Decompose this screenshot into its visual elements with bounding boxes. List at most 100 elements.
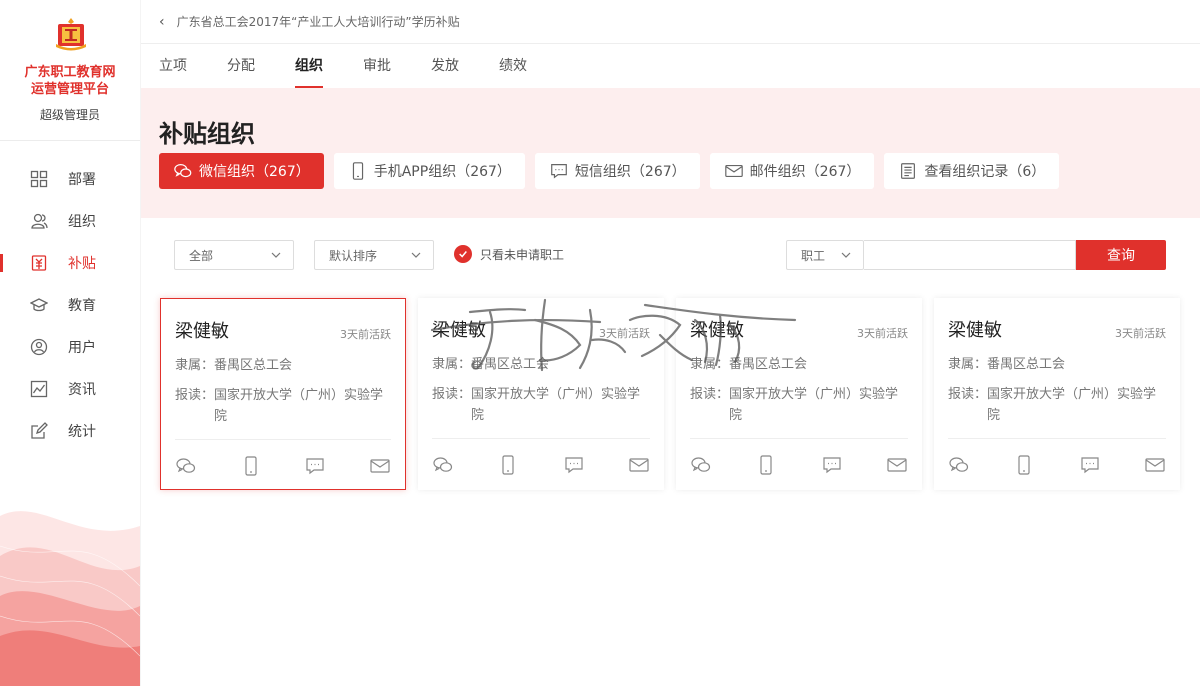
tab-app-org[interactable]: 手机APP组织（267） — [333, 153, 525, 189]
last-active: 3天前活跃 — [599, 327, 650, 340]
employee-card[interactable]: 梁健敏 3天前活跃 隶属：番禺区总工会 报读： 国家开放大学（广州）实验学院 — [160, 298, 406, 490]
card-actions — [690, 454, 908, 476]
wechat-icon[interactable] — [948, 454, 970, 476]
user-circle-icon — [30, 338, 48, 356]
sms-icon[interactable] — [563, 454, 585, 476]
sidebar-item-label: 用户 — [68, 340, 96, 356]
school-label: 报读： — [690, 387, 730, 402]
chevron-down-icon — [411, 252, 421, 258]
tab-label: 微信组织（267） — [199, 164, 310, 180]
project-tabs: 立项 分配 组织 审批 发放 绩效 — [141, 44, 1200, 88]
hero-section: 补贴组织 微信组织（267） 手机APP组织（267） 短信组织（267） 邮件… — [141, 88, 1200, 218]
card-actions — [175, 455, 391, 477]
tab-label: 手机APP组织（267） — [373, 164, 511, 180]
tab-initiation[interactable]: 立项 — [159, 44, 187, 88]
tab-mail-org[interactable]: 邮件组织（267） — [709, 153, 875, 189]
mail-icon[interactable] — [1144, 454, 1166, 476]
wechat-icon[interactable] — [690, 454, 712, 476]
tab-organization[interactable]: 组织 — [295, 44, 323, 88]
school: 报读： 国家开放大学（广州）实验学院 — [432, 384, 652, 426]
affiliation-value: 番禺区总工会 — [214, 358, 293, 373]
phone-icon — [352, 162, 363, 180]
search-input[interactable] — [864, 240, 1076, 270]
sidebar-divider — [0, 140, 140, 141]
school-value: 国家开放大学（广州）实验学院 — [987, 387, 1157, 423]
search-type-select[interactable]: 职工 — [786, 240, 864, 270]
employee-name: 梁健敏 — [175, 321, 229, 342]
affiliation-value: 番禺区总工会 — [729, 357, 808, 372]
channel-tabs: 微信组织（267） 手机APP组织（267） 短信组织（267） 邮件组织（26… — [159, 153, 1069, 189]
card-divider — [175, 439, 391, 440]
tab-allocation[interactable]: 分配 — [227, 44, 255, 88]
tab-sms-org[interactable]: 短信组织（267） — [534, 153, 700, 189]
search-type-value: 职工 — [801, 248, 826, 263]
sidebar-item-stats[interactable]: 统计 — [0, 410, 140, 452]
last-active: 3天前活跃 — [340, 328, 391, 341]
phone-icon[interactable] — [1013, 454, 1035, 476]
school-value: 国家开放大学（广州）实验学院 — [214, 388, 384, 424]
school-label: 报读： — [175, 388, 215, 403]
sidebar-item-label: 补贴 — [68, 256, 96, 272]
sidebar-item-org[interactable]: 组织 — [0, 200, 140, 242]
tab-distribution[interactable]: 发放 — [431, 44, 459, 88]
wechat-icon[interactable] — [432, 454, 454, 476]
last-active: 3天前活跃 — [857, 327, 908, 340]
sidebar-item-label: 统计 — [68, 424, 96, 440]
mail-icon — [724, 164, 743, 178]
affiliation: 隶属：番禺区总工会 — [948, 354, 1065, 375]
chevron-down-icon — [271, 252, 281, 258]
brand-line-1: 广东职工教育网 — [24, 65, 116, 80]
sidebar-item-news[interactable]: 资讯 — [0, 368, 140, 410]
employee-card[interactable]: 梁健敏 3天前活跃 隶属：番禺区总工会 报读： 国家开放大学（广州）实验学院 — [418, 298, 664, 490]
sms-icon[interactable] — [821, 454, 843, 476]
card-actions — [948, 454, 1166, 476]
tab-performance[interactable]: 绩效 — [499, 44, 527, 88]
mail-icon[interactable] — [628, 454, 650, 476]
sidebar-item-education[interactable]: 教育 — [0, 284, 140, 326]
affiliation-value: 番禺区总工会 — [471, 357, 550, 372]
school-label: 报读： — [948, 387, 988, 402]
employee-card[interactable]: 梁健敏 3天前活跃 隶属：番禺区总工会 报读： 国家开放大学（广州）实验学院 — [676, 298, 922, 490]
graduation-cap-icon — [30, 298, 48, 312]
users-icon — [31, 213, 48, 229]
only-unapplied-checkbox[interactable]: 只看未申请职工 — [454, 245, 564, 263]
card-actions — [432, 454, 650, 476]
main-content: 全部 默认排序 只看未申请职工 职工 查询 梁健敏 3天前活跃 隶属：番禺区总工… — [141, 218, 1200, 686]
sidebar-item-users[interactable]: 用户 — [0, 326, 140, 368]
sidebar-item-deploy[interactable]: 部署 — [0, 158, 140, 200]
page-title: 补贴组织 — [159, 120, 255, 148]
sms-icon[interactable] — [1079, 454, 1101, 476]
brand-line-2: 运营管理平台 — [30, 82, 109, 97]
school-value: 国家开放大学（广州）实验学院 — [729, 387, 899, 423]
phone-icon[interactable] — [497, 454, 519, 476]
tab-wechat-org[interactable]: 微信组织（267） — [159, 153, 324, 189]
scope-select[interactable]: 全部 — [174, 240, 294, 270]
tab-label: 邮件组织（267） — [749, 164, 861, 180]
phone-icon[interactable] — [755, 454, 777, 476]
sms-icon — [551, 164, 567, 179]
wechat-icon[interactable] — [175, 455, 197, 477]
mail-icon[interactable] — [886, 454, 908, 476]
check-icon — [454, 245, 472, 263]
sms-icon[interactable] — [304, 455, 326, 477]
affiliation-label: 隶属： — [432, 357, 472, 372]
subsidy-icon — [31, 255, 47, 271]
employee-card[interactable]: 梁健敏 3天前活跃 隶属：番禺区总工会 报读： 国家开放大学（广州）实验学院 — [934, 298, 1180, 490]
phone-icon[interactable] — [240, 455, 262, 477]
mail-icon[interactable] — [369, 455, 391, 477]
tab-org-records[interactable]: 查看组织记录（6） — [884, 153, 1060, 189]
wechat-icon — [174, 164, 192, 178]
sort-select[interactable]: 默认排序 — [314, 240, 434, 270]
affiliation-label: 隶属： — [690, 357, 730, 372]
union-logo-icon — [56, 18, 86, 51]
last-active: 3天前活跃 — [1115, 327, 1166, 340]
back-chevron-icon[interactable]: ‹ — [159, 14, 165, 30]
tab-approval[interactable]: 审批 — [363, 44, 391, 88]
sidebar-item-label: 部署 — [68, 172, 96, 188]
card-divider — [948, 438, 1166, 439]
search-button[interactable]: 查询 — [1076, 240, 1166, 270]
sidebar-item-subsidy[interactable]: 补贴 — [0, 242, 140, 284]
user-role: 超级管理员 — [39, 108, 100, 122]
tab-label: 短信组织（267） — [574, 164, 686, 180]
sidebar-nav: 部署 组织 补贴 教育 用户 资讯 统计 — [0, 158, 140, 452]
